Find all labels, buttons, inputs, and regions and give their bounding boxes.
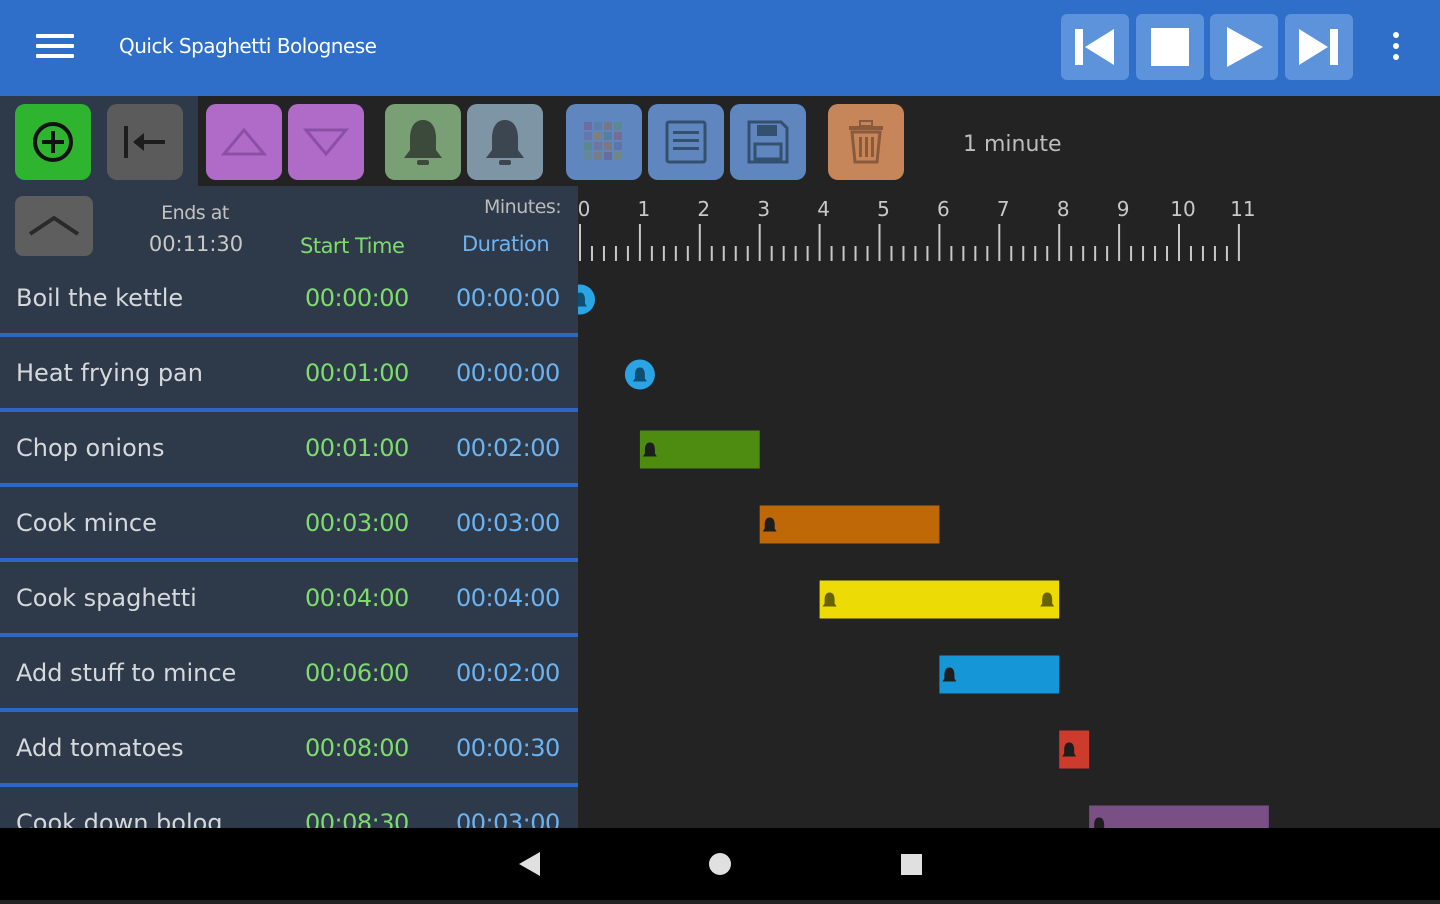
task-row[interactable]: Add tomatoes 00:08:00 00:00:30 (0, 712, 578, 787)
play-button[interactable] (1210, 14, 1278, 80)
task-start-time: 00:08:30 (305, 809, 409, 828)
palette-grid-icon (584, 122, 622, 160)
task-duration: 00:04:00 (456, 584, 560, 612)
task-start-time: 00:04:00 (305, 584, 409, 612)
task-row[interactable]: Chop onions 00:01:00 00:02:00 (0, 412, 578, 487)
overflow-menu-button[interactable] (1386, 32, 1406, 66)
gantt-bar[interactable] (1089, 805, 1269, 829)
ruler-tick-label: 6 (937, 197, 950, 221)
task-duration: 00:02:00 (456, 659, 560, 687)
task-name: Cook down bolog (16, 809, 223, 828)
ruler-tick-label: 9 (1117, 197, 1130, 221)
back-icon[interactable] (519, 852, 540, 876)
task-row[interactable]: Heat frying pan 00:01:00 00:00:00 (0, 337, 578, 412)
skip-back-button[interactable] (1061, 14, 1129, 80)
task-name: Cook spaghetti (16, 584, 197, 612)
task-name: Cook mince (16, 509, 157, 537)
go-to-start-button[interactable] (107, 104, 183, 180)
timeline-ruler: 0 1 2 3 4 5 6 7 8 9 10 11 (578, 197, 1256, 261)
task-duration: 00:00:30 (456, 734, 560, 762)
gantt-timeline (578, 262, 1440, 828)
task-start-time: 00:06:00 (305, 659, 409, 687)
ruler-tick-label: 0 (578, 197, 591, 221)
stop-icon (1151, 28, 1189, 66)
home-icon[interactable] (709, 853, 731, 875)
column-header: Ends at 00:11:30 Start Time Duration Min… (0, 186, 1440, 262)
hamburger-icon (36, 34, 74, 58)
menu-button[interactable] (36, 34, 74, 64)
ruler-tick-label: 11 (1230, 197, 1255, 221)
task-duration: 00:03:00 (456, 509, 560, 537)
task-start-time: 00:08:00 (305, 734, 409, 762)
task-list: Boil the kettle 00:00:00 00:00:00 Heat fryi… (0, 262, 578, 828)
skip-to-end-icon (1299, 29, 1338, 65)
gantt-bar[interactable] (759, 505, 940, 544)
gantt-bar[interactable] (639, 430, 760, 469)
ruler-tick-label: 8 (1057, 197, 1070, 221)
color-button[interactable] (566, 104, 642, 180)
save-button[interactable] (730, 104, 806, 180)
trash-icon (849, 120, 883, 164)
recents-icon[interactable] (901, 854, 922, 875)
ruler-tick-label: 2 (697, 197, 710, 221)
app-bar: Quick Spaghetti Bolognese (0, 0, 1440, 96)
timeline-scale-label[interactable]: 1 minute (963, 132, 1062, 157)
add-task-button[interactable] (15, 104, 91, 180)
bell-icon (404, 120, 442, 165)
gantt-bar[interactable] (939, 655, 1060, 694)
more-vert-icon (1386, 32, 1406, 60)
arrow-to-start-icon (124, 126, 165, 158)
floppy-disk-icon (747, 120, 789, 164)
task-name: Chop onions (16, 434, 165, 462)
task-row[interactable]: Boil the kettle 00:00:00 00:00:00 (0, 262, 578, 337)
task-start-time: 00:01:00 (305, 434, 409, 462)
task-name: Boil the kettle (16, 284, 184, 312)
gantt-bar[interactable] (819, 580, 1060, 619)
task-name: Heat frying pan (16, 359, 203, 387)
task-start-time: 00:03:00 (305, 509, 409, 537)
ruler-tick-label: 5 (877, 197, 890, 221)
task-start-time: 00:00:00 (305, 284, 409, 312)
move-down-button[interactable] (288, 104, 364, 180)
task-row[interactable]: Cook spaghetti 00:04:00 00:04:00 (0, 562, 578, 637)
ruler-tick-label: 4 (817, 197, 830, 221)
start-alarm-button[interactable] (385, 104, 461, 180)
ruler-tick-label: 1 (638, 197, 651, 221)
notes-button[interactable] (648, 104, 724, 180)
task-name: Add tomatoes (16, 734, 184, 762)
task-start-time: 00:01:00 (305, 359, 409, 387)
triangle-down-icon (302, 128, 350, 157)
ruler-tick-label: 10 (1170, 197, 1195, 221)
app-title: Quick Spaghetti Bolognese (119, 34, 377, 58)
move-up-button[interactable] (206, 104, 282, 180)
end-alarm-button[interactable] (467, 104, 543, 180)
play-icon (1227, 27, 1263, 67)
ruler-tick-label: 3 (757, 197, 770, 221)
skip-forward-button[interactable] (1285, 14, 1353, 80)
bell-icon (486, 120, 524, 165)
delete-button[interactable] (828, 104, 904, 180)
task-duration: 00:00:00 (456, 284, 560, 312)
task-name: Add stuff to mince (16, 659, 237, 687)
edit-toolbar: 1 minute (0, 96, 1440, 186)
task-duration: 00:02:00 (456, 434, 560, 462)
add-circle-icon (33, 122, 73, 162)
system-nav-bar (0, 828, 1440, 900)
task-row[interactable]: Cook down bolog 00:08:30 00:03:00 (0, 787, 578, 828)
notes-icon (665, 120, 707, 164)
triangle-up-icon (220, 127, 268, 156)
stop-button[interactable] (1136, 14, 1204, 80)
task-duration: 00:00:00 (456, 359, 560, 387)
task-row[interactable]: Cook mince 00:03:00 00:03:00 (0, 487, 578, 562)
task-row[interactable]: Add stuff to mince 00:06:00 00:02:00 (0, 637, 578, 712)
ruler-tick-label: 7 (997, 197, 1010, 221)
skip-to-start-icon (1075, 29, 1114, 65)
task-duration: 00:03:00 (456, 809, 560, 828)
